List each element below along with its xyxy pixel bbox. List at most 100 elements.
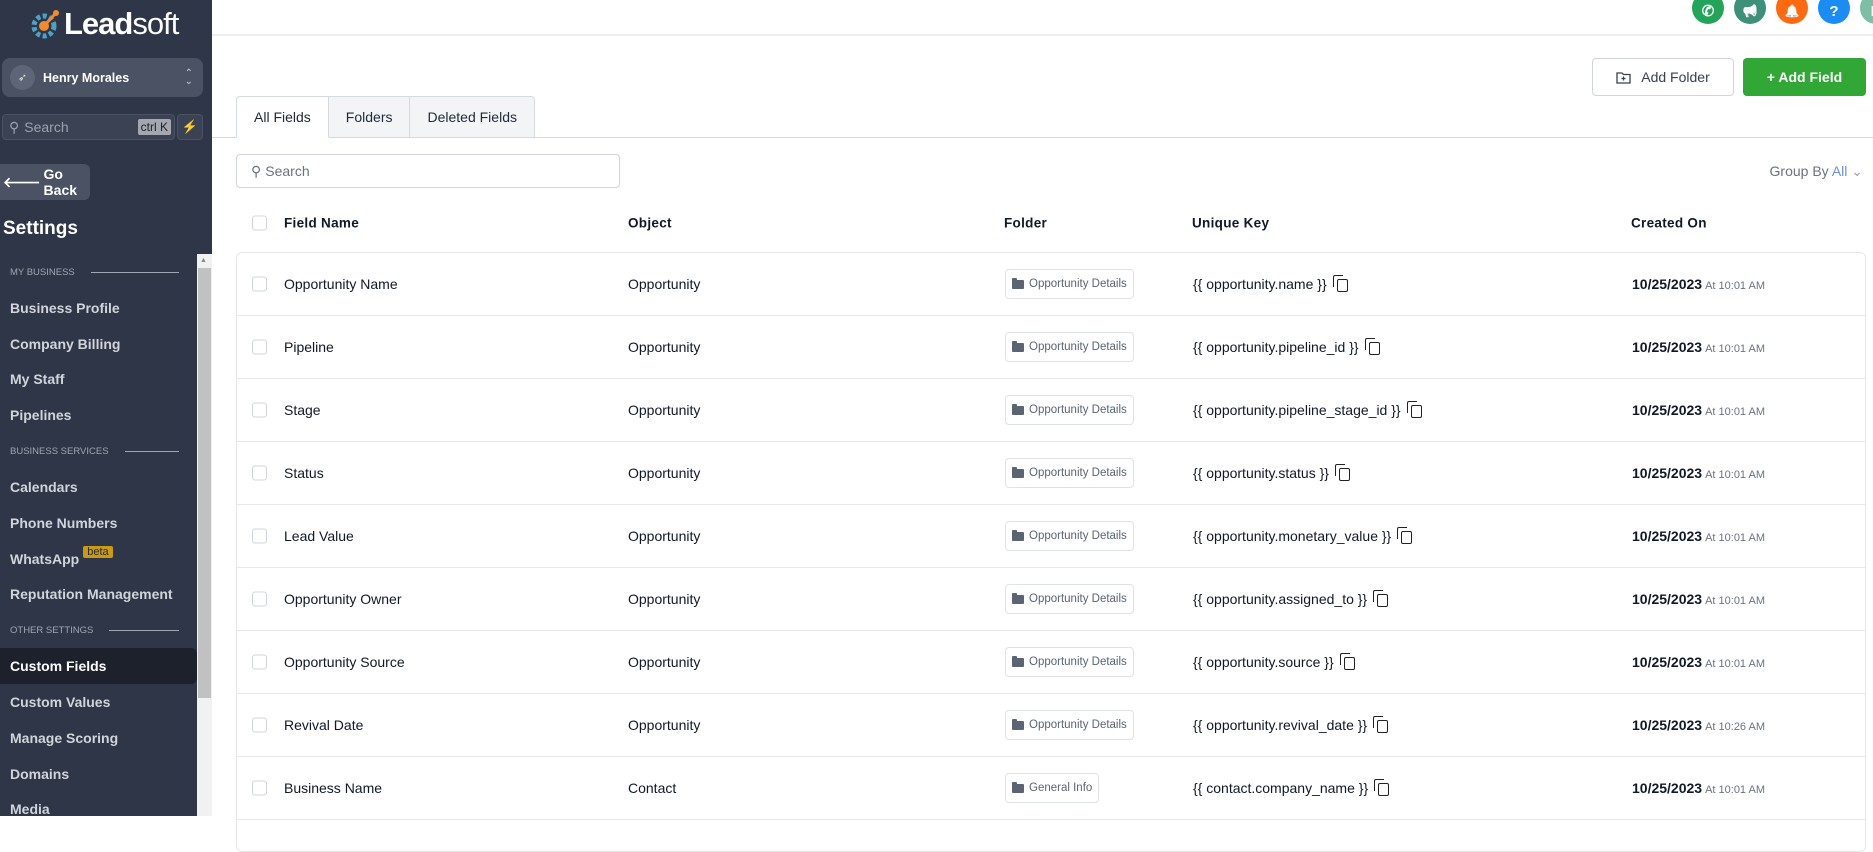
copy-icon[interactable] <box>1406 401 1422 418</box>
copy-icon[interactable] <box>1334 464 1350 481</box>
unique-key: {{ opportunity.assigned_to }} <box>1193 591 1368 607</box>
created-time: At 10:01 AM <box>1705 469 1766 481</box>
settings-nav: MY BUSINESS Business Profile Company Billi… <box>0 254 197 827</box>
row-checkbox[interactable] <box>252 780 267 796</box>
scroll-up-icon[interactable]: ▲ <box>200 257 207 264</box>
unique-key: {{ opportunity.name }} <box>1193 276 1327 292</box>
object: Opportunity <box>628 654 701 670</box>
copy-icon[interactable] <box>1397 527 1413 544</box>
logo[interactable]: Leadsoft <box>30 6 179 42</box>
row-checkbox[interactable] <box>252 528 267 544</box>
folder-chip[interactable]: General Info <box>1005 773 1100 803</box>
sidebar-item-calendars[interactable]: Calendars <box>0 469 197 505</box>
folder-chip[interactable]: Opportunity Details <box>1005 521 1134 551</box>
folder-chip[interactable]: Opportunity Details <box>1005 584 1134 614</box>
table-row[interactable]: Opportunity Source Opportunity Opportuni… <box>237 631 1865 694</box>
folder-chip[interactable]: Opportunity Details <box>1005 647 1134 677</box>
shortcut-badge: ctrl K <box>137 119 171 135</box>
folder-chip[interactable]: Opportunity Details <box>1005 710 1134 740</box>
select-all-checkbox[interactable] <box>252 215 267 231</box>
table-row[interactable]: Revival Date Opportunity Opportunity Det… <box>237 694 1865 757</box>
copy-icon[interactable] <box>1373 716 1389 733</box>
row-checkbox[interactable] <box>252 465 267 481</box>
folder-name: Opportunity Details <box>1029 341 1127 353</box>
brand-name: Leadsoft <box>64 6 179 41</box>
row-checkbox[interactable] <box>252 591 267 607</box>
row-checkbox[interactable] <box>252 717 267 733</box>
folder-chip[interactable]: Opportunity Details <box>1005 458 1134 488</box>
created-date: 10/25/2023 <box>1632 780 1703 796</box>
row-checkbox[interactable] <box>252 339 267 355</box>
created-on: 10/25/2023 At 10:01 AM <box>1632 528 1765 544</box>
folder-name: Opportunity Details <box>1029 404 1127 416</box>
fields-search-input[interactable]: ⚲ Search <box>236 154 620 188</box>
add-folder-button[interactable]: Add Folder <box>1592 58 1734 96</box>
group-by-value: All <box>1831 163 1848 179</box>
table-row[interactable]: Status Opportunity Opportunity Details {… <box>237 442 1865 505</box>
table-row[interactable]: Stage Opportunity Opportunity Details {{… <box>237 379 1865 442</box>
sidebar-item-label: Domains <box>10 765 70 782</box>
section-header: MY BUSINESS <box>0 254 197 290</box>
go-back-label: Go Back <box>43 166 78 198</box>
copy-icon[interactable] <box>1373 590 1389 607</box>
sidebar-item-my-staff[interactable]: My Staff <box>0 362 197 398</box>
folder-chip[interactable]: Opportunity Details <box>1005 395 1134 425</box>
table-row[interactable]: Business Name Contact General Info {{ co… <box>237 757 1865 820</box>
sidebar-item-media[interactable]: Media <box>0 792 197 828</box>
field-name: Business Name <box>284 780 383 796</box>
col-field-name[interactable]: Field Name <box>284 216 359 231</box>
folder-plus-icon <box>1616 71 1631 84</box>
tab-deleted-fields[interactable]: Deleted Fields <box>410 96 535 138</box>
folder-icon <box>1012 277 1024 289</box>
folder-name: Opportunity Details <box>1029 719 1127 731</box>
sidebar-item-whatsapp[interactable]: WhatsApp beta <box>0 541 197 577</box>
col-folder[interactable]: Folder <box>1004 216 1047 231</box>
group-by-label: Group By <box>1769 163 1829 179</box>
sidebar-item-custom-fields[interactable]: Custom Fields <box>0 648 197 685</box>
sidebar-item-domains[interactable]: Domains <box>0 756 197 792</box>
add-field-button[interactable]: + Add Field <box>1743 58 1866 96</box>
created-date: 10/25/2023 <box>1632 339 1703 355</box>
sidebar-item-company-billing[interactable]: Company Billing <box>0 326 197 362</box>
row-checkbox[interactable] <box>252 276 267 292</box>
copy-icon[interactable] <box>1332 275 1348 292</box>
field-name: Opportunity Source <box>284 654 405 670</box>
quick-action-button[interactable]: ⚡ <box>177 114 203 140</box>
table-row[interactable]: Opportunity Owner Opportunity Opportunit… <box>237 568 1865 631</box>
sidebar-item-pipelines[interactable]: Pipelines <box>0 397 197 433</box>
row-checkbox[interactable] <box>252 654 267 670</box>
created-time: At 10:26 AM <box>1705 721 1766 733</box>
sidebar-item-manage-scoring[interactable]: Manage Scoring <box>0 720 197 756</box>
tab-folders[interactable]: Folders <box>328 96 411 138</box>
go-back-button[interactable]: 🡐 Go Back <box>0 164 90 200</box>
folder-chip[interactable]: Opportunity Details <box>1005 332 1134 362</box>
row-checkbox[interactable] <box>252 402 267 418</box>
col-object[interactable]: Object <box>628 216 672 231</box>
table-row[interactable]: Lead Value Opportunity Opportunity Detai… <box>237 505 1865 568</box>
sidebar-item-business-profile[interactable]: Business Profile <box>0 290 197 326</box>
created-on: 10/25/2023 At 10:01 AM <box>1632 654 1765 670</box>
sidebar-search[interactable]: ⚲ Search ctrl K <box>2 114 175 140</box>
sidebar-scrollbar[interactable]: ▲ <box>197 254 212 816</box>
table-row[interactable]: Opportunity Name Opportunity Opportunity… <box>237 253 1865 316</box>
unique-key: {{ opportunity.pipeline_stage_id }} <box>1193 402 1401 418</box>
group-by-dropdown[interactable]: Group By All ⌄ <box>1770 163 1863 180</box>
folder-name: General Info <box>1029 782 1093 794</box>
created-on: 10/25/2023 At 10:01 AM <box>1632 780 1765 796</box>
cursor-icon: ➶ <box>10 65 35 90</box>
table-row[interactable]: Pipeline Opportunity Opportunity Details… <box>237 316 1865 379</box>
field-name: Opportunity Owner <box>284 591 402 607</box>
copy-icon[interactable] <box>1364 338 1380 355</box>
folder-chip[interactable]: Opportunity Details <box>1005 269 1134 299</box>
col-unique-key[interactable]: Unique Key <box>1192 216 1269 231</box>
copy-icon[interactable] <box>1374 779 1390 796</box>
created-on: 10/25/2023 At 10:01 AM <box>1632 465 1765 481</box>
sidebar-item-phone-numbers[interactable]: Phone Numbers <box>0 505 197 541</box>
sidebar-item-custom-values[interactable]: Custom Values <box>0 684 197 720</box>
account-switcher[interactable]: ➶ Henry Morales ⌃ ⌄ <box>2 58 203 97</box>
sidebar-item-reputation-management[interactable]: Reputation Management <box>0 577 197 613</box>
col-created-on[interactable]: Created On <box>1631 216 1707 231</box>
scrollbar-thumb[interactable] <box>198 268 211 698</box>
tab-all-fields[interactable]: All Fields <box>236 96 329 138</box>
copy-icon[interactable] <box>1339 653 1355 670</box>
